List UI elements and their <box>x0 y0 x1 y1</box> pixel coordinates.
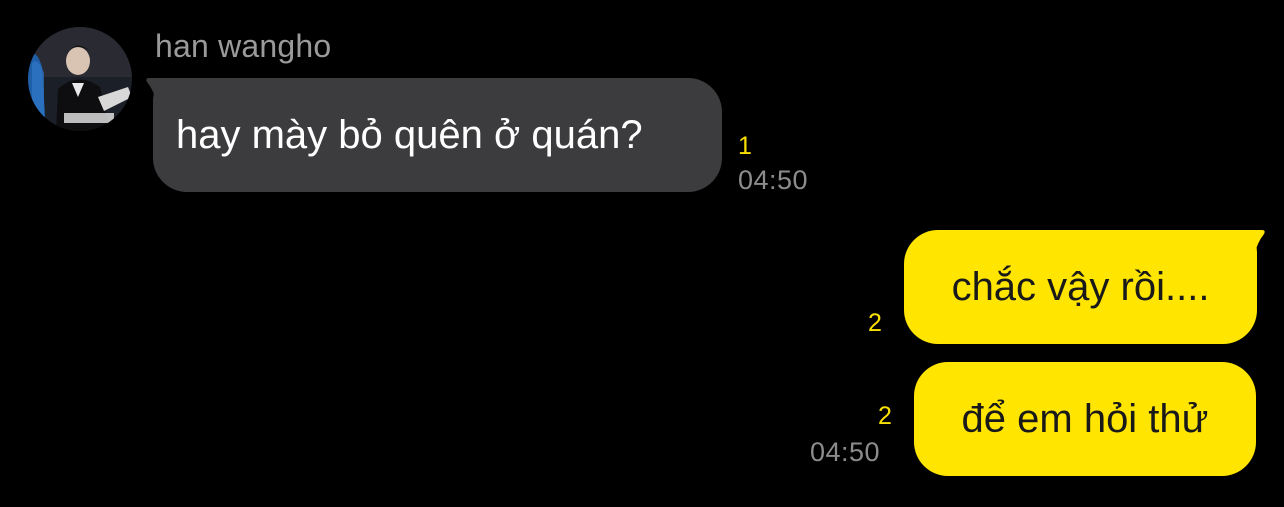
outgoing-message-bubble[interactable]: để em hỏi thử <box>914 362 1256 476</box>
message-timestamp-outgoing: 04:50 <box>810 437 881 467</box>
avatar[interactable] <box>28 27 132 131</box>
unread-count-outgoing-2: 2 <box>878 402 892 430</box>
unread-count-outgoing-1: 2 <box>868 309 882 337</box>
unread-count-incoming: 1 <box>738 132 752 160</box>
chat-view: han wangho hay mày bỏ quên ở quán? 1 04:… <box>0 0 1284 507</box>
sender-name: han wangho <box>155 28 332 64</box>
outgoing-message-text: để em hỏi thử <box>961 396 1209 441</box>
message-timestamp-incoming: 04:50 <box>738 165 809 195</box>
outgoing-message-text: chắc vậy rồi.... <box>951 264 1210 309</box>
incoming-message-text: hay mày bỏ quên ở quán? <box>176 112 643 157</box>
outgoing-message-bubble[interactable]: chắc vậy rồi.... <box>904 230 1257 344</box>
profile-photo-icon <box>28 27 132 131</box>
incoming-message-bubble[interactable]: hay mày bỏ quên ở quán? <box>153 78 722 192</box>
